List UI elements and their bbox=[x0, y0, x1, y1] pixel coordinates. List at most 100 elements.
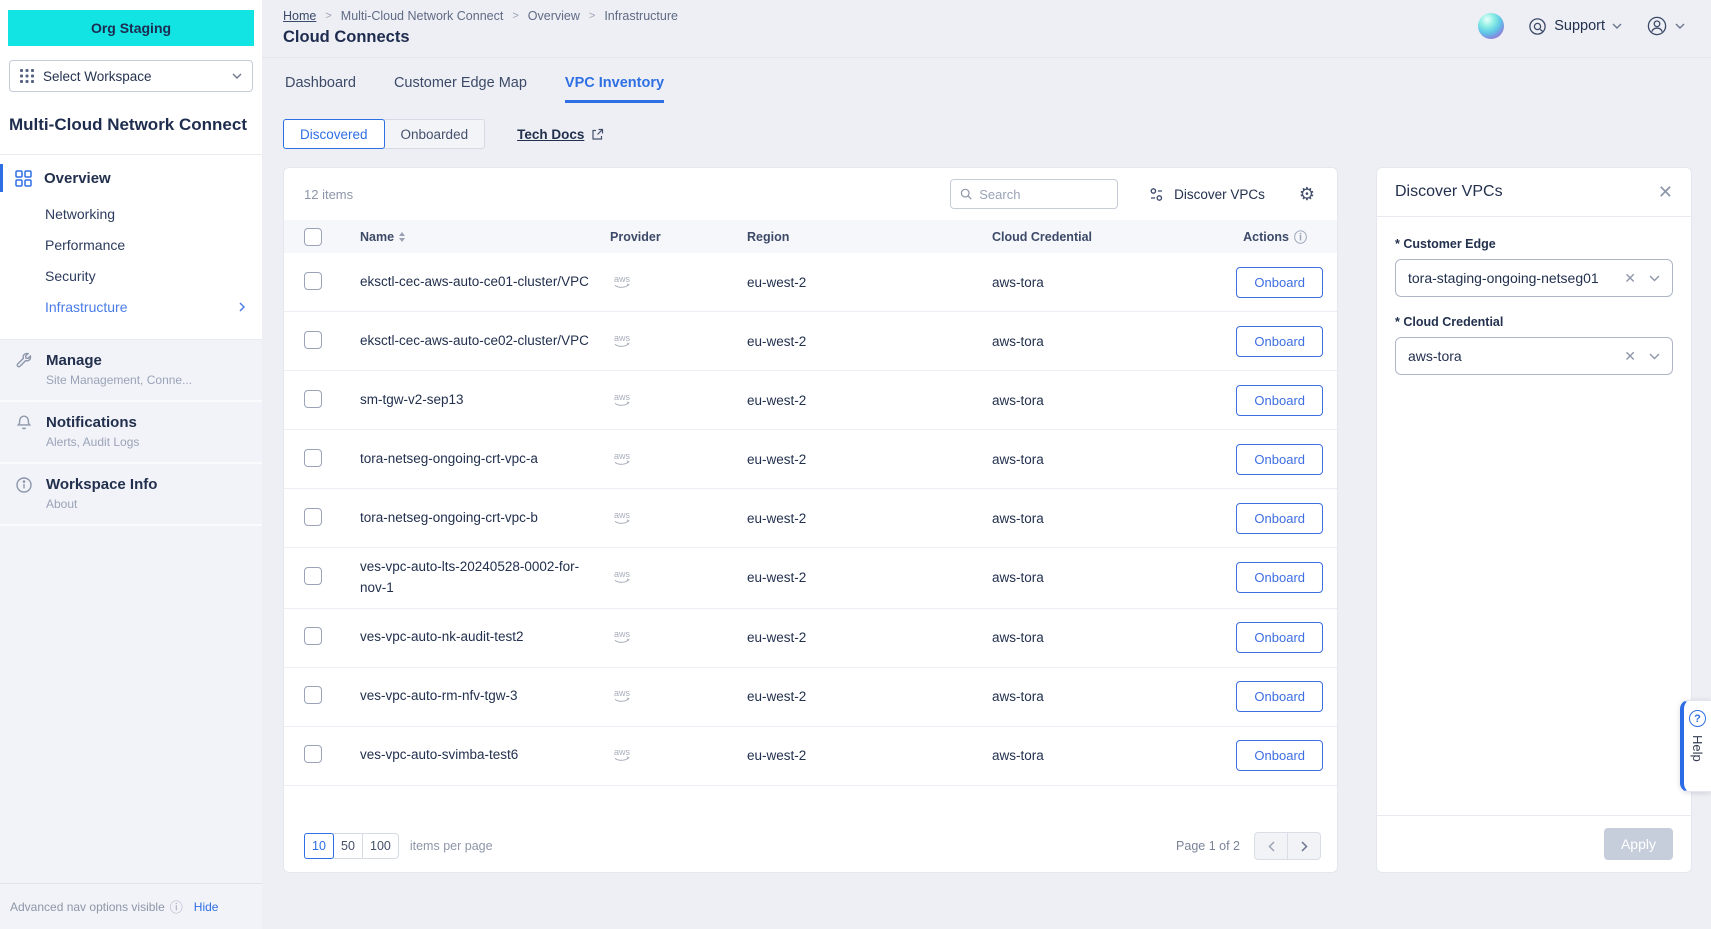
info-circle-icon[interactable]: ⓘ bbox=[1294, 227, 1307, 246]
onboard-button[interactable]: Onboard bbox=[1236, 681, 1323, 712]
onboard-button[interactable]: Onboard bbox=[1236, 562, 1323, 593]
sidebar-item-performance[interactable]: Performance bbox=[0, 230, 262, 261]
region-cell: eu-west-2 bbox=[747, 689, 992, 704]
table-settings-gear-icon[interactable]: ⚙ bbox=[1299, 185, 1315, 203]
row-checkbox[interactable] bbox=[304, 508, 322, 526]
onboard-button[interactable]: Onboard bbox=[1236, 444, 1323, 475]
account-menu[interactable] bbox=[1646, 15, 1685, 37]
chevron-down-icon[interactable] bbox=[1649, 353, 1660, 360]
discovered-toggle[interactable]: Discovered bbox=[283, 119, 385, 149]
sidebar-footer: Advanced nav options visible ⓘ Hide bbox=[0, 883, 262, 929]
clear-icon[interactable]: ✕ bbox=[1624, 348, 1636, 365]
breadcrumb-overview[interactable]: Overview bbox=[528, 9, 580, 23]
row-checkbox[interactable] bbox=[304, 686, 322, 704]
help-tab[interactable]: ? Help bbox=[1680, 700, 1711, 792]
sidebar-item-manage[interactable]: Manage Site Management, Conne... bbox=[0, 340, 262, 402]
main-area: Home > Multi-Cloud Network Connect > Ove… bbox=[262, 0, 1711, 929]
sidebar-item-notifications[interactable]: Notifications Alerts, Audit Logs bbox=[0, 402, 262, 464]
breadcrumb-separator: > bbox=[512, 10, 518, 22]
provider-cell: aws bbox=[610, 273, 747, 292]
svg-text:aws: aws bbox=[614, 274, 631, 284]
breadcrumb-infrastructure[interactable]: Infrastructure bbox=[604, 9, 678, 23]
sidebar-item-workspace-info[interactable]: Workspace Info About bbox=[0, 464, 262, 526]
credential-cell: aws-tora bbox=[992, 393, 1227, 408]
onboard-button[interactable]: Onboard bbox=[1236, 385, 1323, 416]
page-size-50[interactable]: 50 bbox=[333, 833, 363, 859]
tab-vpc-inventory[interactable]: VPC Inventory bbox=[565, 75, 664, 103]
cloud-credential-label: Cloud Credential bbox=[1395, 315, 1673, 329]
onboard-button[interactable]: Onboard bbox=[1236, 326, 1323, 357]
sidebar-item-overview[interactable]: Overview bbox=[0, 155, 262, 199]
sidebar-sections: Manage Site Management, Conne... Notific… bbox=[0, 339, 262, 526]
customer-edge-select[interactable]: tora-staging-ongoing-netseg01 ✕ bbox=[1395, 259, 1673, 297]
row-checkbox[interactable] bbox=[304, 627, 322, 645]
help-label: Help bbox=[1690, 735, 1705, 762]
page-size-100[interactable]: 100 bbox=[362, 833, 399, 859]
previous-page-button[interactable] bbox=[1254, 832, 1288, 860]
workspace-selector[interactable]: Select Workspace bbox=[9, 60, 253, 92]
tab-dashboard[interactable]: Dashboard bbox=[285, 75, 356, 103]
breadcrumb-home[interactable]: Home bbox=[283, 9, 316, 23]
onboard-button[interactable]: Onboard bbox=[1236, 622, 1323, 653]
workspace-info-subtitle: About bbox=[46, 497, 157, 511]
close-icon[interactable]: ✕ bbox=[1658, 183, 1673, 201]
help-question-icon: ? bbox=[1689, 710, 1706, 727]
row-checkbox[interactable] bbox=[304, 745, 322, 763]
breadcrumb-separator: > bbox=[325, 10, 331, 22]
customer-edge-label: Customer Edge bbox=[1395, 237, 1673, 251]
assistant-orb-icon[interactable] bbox=[1478, 13, 1504, 39]
sidebar-item-infrastructure[interactable]: Infrastructure bbox=[0, 292, 262, 323]
sort-icon[interactable] bbox=[399, 232, 405, 242]
cloud-credential-select[interactable]: aws-tora ✕ bbox=[1395, 337, 1673, 375]
breadcrumb-mcnc[interactable]: Multi-Cloud Network Connect bbox=[341, 9, 504, 23]
column-header-provider: Provider bbox=[610, 230, 747, 244]
provider-cell: aws bbox=[610, 568, 747, 587]
chevron-down-icon[interactable] bbox=[1649, 275, 1660, 282]
advanced-nav-label: Advanced nav options visible bbox=[10, 900, 165, 914]
pager bbox=[1254, 832, 1321, 860]
discover-vpcs-button[interactable]: Discover VPCs bbox=[1148, 186, 1265, 203]
sidebar-item-security[interactable]: Security bbox=[0, 261, 262, 292]
page-size-10[interactable]: 10 bbox=[304, 833, 334, 859]
aws-provider-icon: aws bbox=[610, 332, 640, 351]
credential-cell: aws-tora bbox=[992, 452, 1227, 467]
clear-icon[interactable]: ✕ bbox=[1624, 270, 1636, 287]
region-cell: eu-west-2 bbox=[747, 393, 992, 408]
tech-docs-link[interactable]: Tech Docs bbox=[517, 127, 604, 142]
onboard-button[interactable]: Onboard bbox=[1236, 503, 1323, 534]
sidebar-item-networking[interactable]: Networking bbox=[0, 199, 262, 230]
support-menu[interactable]: Support bbox=[1528, 17, 1622, 36]
aws-provider-icon: aws bbox=[610, 273, 640, 292]
search-input[interactable] bbox=[979, 187, 1108, 202]
select-all-checkbox[interactable] bbox=[304, 228, 322, 246]
table-row: ves-vpc-auto-svimba-test6 aws eu-west-2 … bbox=[284, 727, 1337, 786]
onboard-button[interactable]: Onboard bbox=[1236, 740, 1323, 771]
sidebar-overview-subitems: Networking Performance Security Infrastr… bbox=[0, 199, 262, 329]
hide-link[interactable]: Hide bbox=[194, 900, 219, 914]
org-banner[interactable]: Org Staging bbox=[8, 10, 254, 46]
provider-cell: aws bbox=[610, 628, 747, 647]
table-row: eksctl-cec-aws-auto-ce02-cluster/VPC aws… bbox=[284, 312, 1337, 371]
apply-button[interactable]: Apply bbox=[1604, 828, 1673, 860]
table-toolbar: 12 items Discover VPCs ⚙ bbox=[284, 168, 1337, 220]
row-checkbox[interactable] bbox=[304, 567, 322, 585]
row-checkbox[interactable] bbox=[304, 390, 322, 408]
customer-edge-value: tora-staging-ongoing-netseg01 bbox=[1408, 270, 1599, 286]
content-row: 12 items Discover VPCs ⚙ bbox=[283, 167, 1692, 873]
vpc-name-cell: ves-vpc-auto-nk-audit-test2 bbox=[360, 618, 610, 657]
provider-cell: aws bbox=[610, 332, 747, 351]
row-checkbox[interactable] bbox=[304, 331, 322, 349]
column-header-name[interactable]: Name bbox=[360, 230, 610, 244]
onboarded-toggle[interactable]: Onboarded bbox=[384, 119, 486, 149]
vpc-name-cell: eksctl-cec-aws-auto-ce01-cluster/VPC bbox=[360, 263, 610, 302]
next-page-button[interactable] bbox=[1287, 832, 1321, 860]
row-checkbox[interactable] bbox=[304, 449, 322, 467]
aws-provider-icon: aws bbox=[610, 746, 640, 765]
row-checkbox[interactable] bbox=[304, 272, 322, 290]
onboard-button[interactable]: Onboard bbox=[1236, 267, 1323, 298]
breadcrumb-separator: > bbox=[589, 10, 595, 22]
tab-customer-edge-map[interactable]: Customer Edge Map bbox=[394, 75, 527, 103]
chevron-right-icon bbox=[239, 302, 245, 312]
panel-footer: Apply bbox=[1377, 815, 1691, 872]
manage-label: Manage bbox=[46, 352, 192, 369]
